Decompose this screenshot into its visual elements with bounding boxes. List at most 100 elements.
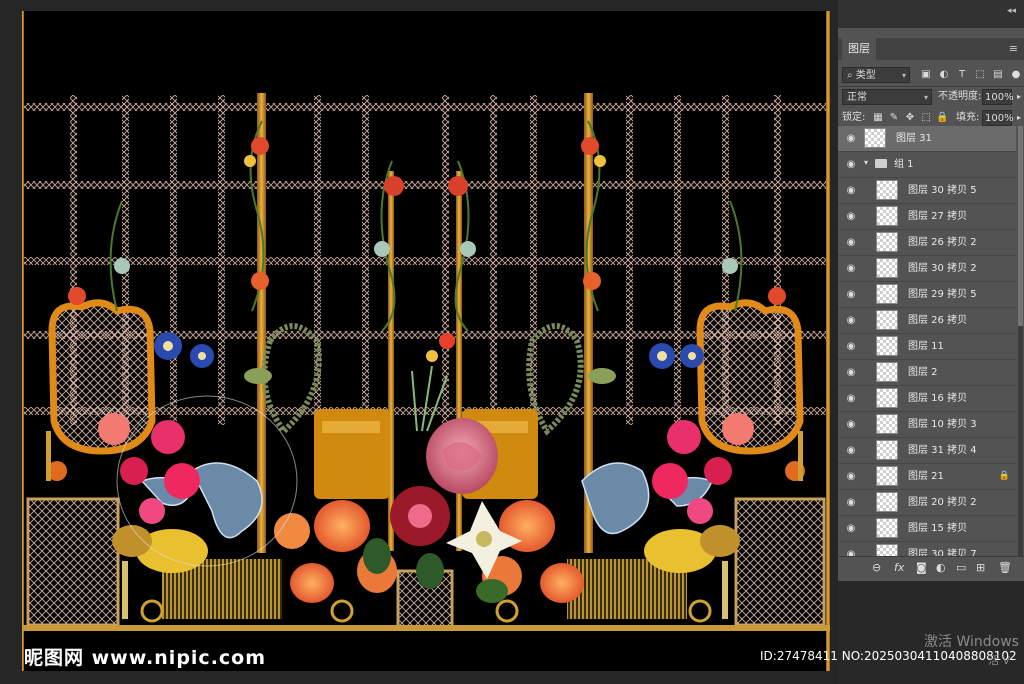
layer-name: 图层 29 拷贝 5 (908, 289, 977, 300)
visibility-eye-icon[interactable]: ◉ (845, 133, 857, 145)
gold-tiles (314, 409, 538, 499)
layer-row[interactable]: ◉ 图层 10 拷贝 3 (838, 412, 1016, 438)
opacity-field[interactable]: 100% (982, 89, 1014, 105)
new-layer-icon[interactable]: ⊞ (976, 562, 985, 574)
opacity-slider-icon[interactable]: ▸ (1013, 91, 1024, 103)
layer-row[interactable]: ◉ 图层 21 🔒 (838, 464, 1016, 490)
visibility-eye-icon[interactable]: ◉ (845, 497, 857, 509)
filter-shape-icon[interactable]: ⬚ (974, 69, 986, 81)
visibility-eye-icon[interactable]: ◉ (845, 185, 857, 197)
layer-thumbnail (876, 440, 898, 460)
layers-scrollbar[interactable] (1018, 126, 1023, 556)
blend-mode-dropdown[interactable]: 正常 ▾ (842, 89, 932, 105)
panel-tab-row: 图层 ≡ (838, 38, 1024, 60)
layer-row[interactable]: ◉ 图层 2 (838, 360, 1016, 386)
fill-field[interactable]: 100% (982, 110, 1014, 126)
scrollbar-thumb[interactable] (1018, 126, 1023, 326)
layer-row[interactable]: ◉ 图层 26 拷贝 (838, 308, 1016, 334)
folder-icon (875, 159, 887, 168)
layer-lock-icon: 🔒 (998, 471, 1010, 481)
visibility-eye-icon[interactable]: ◉ (845, 393, 857, 405)
layers-list: ◉ 图层 31 ◉ ▾ 组 1 ◉ 图层 30 拷贝 5 ◉ 图层 27 拷贝 ◉ 图层 26 拷贝… (838, 126, 1016, 556)
layer-row[interactable]: ◉ 图层 30 拷贝 7 (838, 542, 1016, 556)
filter-toggle-icon[interactable]: ● (1010, 69, 1022, 81)
layer-thumbnail (876, 180, 898, 200)
visibility-eye-icon[interactable]: ◉ (845, 211, 857, 223)
visibility-eye-icon[interactable]: ◉ (845, 341, 857, 353)
lock-label: 锁定: (842, 112, 866, 123)
layer-name: 图层 26 拷贝 2 (908, 237, 977, 248)
visibility-eye-icon[interactable]: ◉ (845, 315, 857, 327)
layer-row[interactable]: ◉ 图层 30 拷贝 2 (838, 256, 1016, 282)
filter-kind-value: 类型 (855, 70, 876, 81)
panel-menu-icon[interactable]: ≡ (1009, 42, 1018, 55)
layer-row[interactable]: ◉ 图层 26 拷贝 2 (838, 230, 1016, 256)
canvas-area[interactable]: 昵图网 www.nipic.com ID:27478411 NO:2025030… (0, 0, 1017, 684)
layer-thumbnail (876, 310, 898, 330)
visibility-eye-icon[interactable]: ◉ (845, 159, 857, 171)
tab-layers[interactable]: 图层 (842, 38, 876, 60)
layer-row[interactable]: ◉ 图层 11 (838, 334, 1016, 360)
visibility-eye-icon[interactable]: ◉ (845, 263, 857, 275)
fill-label: 填充: (956, 112, 980, 123)
adjustment-icon[interactable]: ◐ (936, 562, 946, 574)
layer-name: 组 1 (894, 159, 914, 170)
watermark-site: 昵图网 www.nipic.com (24, 647, 267, 669)
visibility-eye-icon[interactable]: ◉ (845, 289, 857, 301)
filter-pixel-icon[interactable]: ▣ (920, 69, 932, 81)
layer-row[interactable]: ◉ 图层 29 拷贝 5 (838, 282, 1016, 308)
filter-smart-object-icon[interactable]: ▤ (992, 69, 1004, 81)
link-icon[interactable]: ⊖ (872, 562, 881, 574)
visibility-eye-icon[interactable]: ◉ (845, 445, 857, 457)
chevron-down-icon: ▾ (923, 93, 928, 102)
layer-row[interactable]: ◉ 图层 16 拷贝 (838, 386, 1016, 412)
layer-thumbnail (876, 336, 898, 356)
layer-row[interactable]: ◉ 图层 30 拷贝 5 (838, 178, 1016, 204)
visibility-eye-icon[interactable]: ◉ (845, 471, 857, 483)
blend-mode-value: 正常 (847, 92, 867, 103)
fx-icon[interactable]: fx (894, 562, 904, 574)
layer-row[interactable]: ◉ 图层 31 拷贝 4 (838, 438, 1016, 464)
fill-slider-icon[interactable]: ▸ (1013, 112, 1024, 124)
layer-name: 图层 26 拷贝 (908, 315, 968, 326)
lock-all-icon[interactable]: 🔒 (936, 112, 948, 124)
visibility-eye-icon[interactable]: ◉ (845, 549, 857, 556)
layer-row[interactable]: ◉ 图层 27 拷贝 (838, 204, 1016, 230)
trash-icon[interactable]: 🗑 (998, 562, 1012, 574)
visibility-eye-icon[interactable]: ◉ (845, 523, 857, 535)
layer-row[interactable]: ◉ 图层 31 (838, 126, 1016, 152)
lock-position-icon[interactable]: ✥ (904, 112, 916, 124)
layer-thumbnail (876, 284, 898, 304)
visibility-eye-icon[interactable]: ◉ (845, 367, 857, 379)
layer-name: 图层 10 拷贝 3 (908, 419, 977, 430)
layer-thumbnail (876, 388, 898, 408)
lock-transparent-icon[interactable]: ▦ (872, 112, 884, 124)
layer-name: 图层 20 拷贝 2 (908, 497, 977, 508)
panel-dock-header: ◂◂ (838, 0, 1024, 28)
layer-name: 图层 30 拷贝 7 (908, 549, 977, 556)
blend-row: 正常 ▾ 不透明度: 100% ▸ (838, 87, 1024, 109)
layer-group-row[interactable]: ◉ ▾ 组 1 (838, 152, 1016, 178)
layer-thumbnail (864, 128, 886, 148)
group-expand-chevron-icon[interactable]: ▾ (864, 158, 868, 167)
layer-row[interactable]: ◉ 图层 15 拷贝 (838, 516, 1016, 542)
filter-adjustment-icon[interactable]: ◐ (938, 69, 950, 81)
folder-icon[interactable]: ▭ (956, 562, 966, 574)
filter-kind-dropdown[interactable]: ⌕ 类型 ▾ (842, 67, 910, 83)
visibility-eye-icon[interactable]: ◉ (845, 419, 857, 431)
layer-name: 图层 30 拷贝 2 (908, 263, 977, 274)
layer-thumbnail (876, 362, 898, 382)
layer-row[interactable]: ◉ 图层 20 拷贝 2 (838, 490, 1016, 516)
lock-image-icon[interactable]: ✎ (888, 112, 900, 124)
filter-row: ⌕ 类型 ▾ ▣ ◐ T ⬚ ▤ ● (838, 64, 1024, 86)
visibility-eye-icon[interactable]: ◉ (845, 237, 857, 249)
artboard-image[interactable] (22, 11, 830, 671)
collapse-panel-icon[interactable]: ◂◂ (1007, 6, 1016, 16)
floral-lattice-artwork (22, 11, 830, 671)
mask-icon[interactable]: ◙ (916, 562, 927, 574)
layer-thumbnail (876, 414, 898, 434)
lock-artboard-icon[interactable]: ⬚ (920, 112, 932, 124)
filter-type-icon[interactable]: T (956, 69, 968, 81)
search-icon: ⌕ (847, 70, 856, 81)
panel-bottom-bar: ⊖ fx ◙ ◐ ▭ ⊞ 🗑 (838, 556, 1024, 581)
